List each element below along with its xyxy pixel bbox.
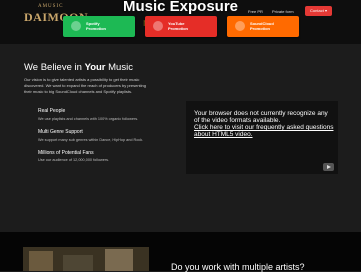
html5-faq-link[interactable]: Click here to visit our frequently asked… [194, 124, 333, 138]
video-format-notice: Your browser does not currently recogniz… [194, 110, 328, 124]
photo-detail [29, 251, 53, 271]
promo-sublabel: Promotion [168, 26, 188, 31]
heading-part: We Believe in [24, 62, 85, 73]
feature-description: We use playlists and channels with 100% … [38, 117, 139, 121]
photo-detail [63, 255, 93, 271]
spotify-promotion-button[interactable]: Spotify Promotion [63, 16, 135, 37]
intro-paragraph: Our vision is to give talented artists a… [24, 77, 146, 94]
promo-sublabel: Promotion [86, 26, 106, 31]
heading-part: Music [105, 62, 133, 73]
spotify-icon [71, 21, 81, 31]
heading-emphasis: Your [84, 62, 106, 73]
feature-title: Multi Genre Support [38, 129, 83, 135]
page-title: Music Exposure [122, 0, 239, 15]
soundcloud-promotion-button[interactable]: SoundCloud Promotion [227, 16, 299, 37]
soundcloud-icon [235, 21, 245, 31]
video-player[interactable]: Your browser does not currently recogniz… [186, 101, 338, 174]
feature-description: We support many sub genres within Dance,… [38, 138, 144, 142]
feature-description: Use our audience of 12,000,000 followers… [38, 158, 110, 162]
section-heading: We Believe in Your Music [24, 62, 133, 73]
youtube-logo-icon[interactable] [323, 163, 334, 171]
feature-title: Real People [38, 108, 66, 114]
video-fallback-message: Your browser does not currently recogniz… [194, 110, 334, 138]
feature-title: Millions of Potential Fans [38, 150, 94, 156]
studio-photo [23, 247, 149, 271]
youtube-promotion-button[interactable]: YouTube Promotion [145, 16, 217, 37]
promo-sublabel: Promotion [250, 26, 270, 31]
photo-detail [105, 249, 133, 271]
youtube-icon [153, 21, 163, 31]
